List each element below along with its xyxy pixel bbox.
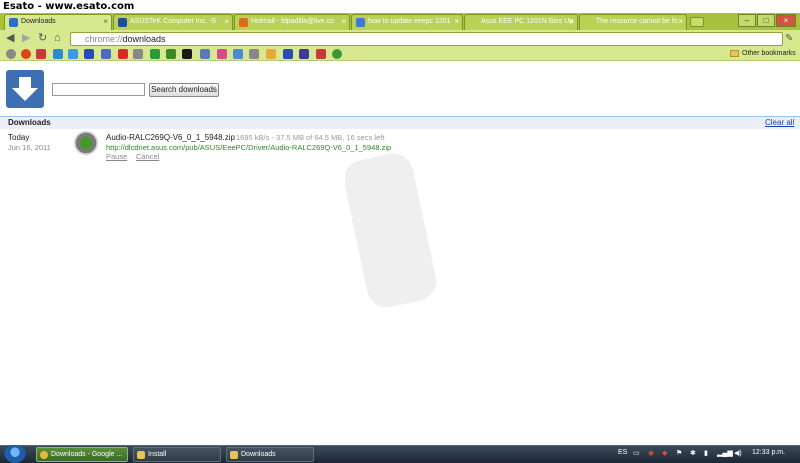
search-downloads-button[interactable]: Search downloads [149, 83, 219, 97]
forward-arrow-icon[interactable]: ▶ [22, 32, 30, 45]
system-clock[interactable]: 12:33 p.m. [752, 449, 785, 456]
wrench-icon[interactable]: ✎ [785, 32, 793, 45]
minimize-button[interactable]: – [738, 14, 756, 27]
taskbar-item-install[interactable]: Install [133, 447, 221, 462]
archive-file-icon [74, 131, 98, 155]
network-signal-icon[interactable]: ▂▄▆ [717, 449, 733, 457]
other-bookmarks[interactable]: Other bookmarks [730, 48, 796, 60]
close-tab-icon[interactable]: × [454, 15, 459, 29]
tab-label: how to update eeepc 1201 [368, 18, 451, 25]
bookmark-10-icon[interactable] [150, 49, 160, 59]
site-watermark: Esato - www.esato.com [0, 0, 800, 13]
bookmark-9-icon[interactable] [133, 49, 143, 59]
folder-icon [730, 49, 739, 57]
google-favicon-icon [356, 18, 365, 27]
bookmark-3-icon[interactable] [36, 49, 46, 59]
bookmark-17-icon[interactable] [266, 49, 276, 59]
bookmark-7-icon[interactable] [101, 49, 111, 59]
tab-label: Hotmail - fdpadilla@live.co [251, 18, 334, 25]
tab-bios-update[interactable]: Asus EEE PC 1201N Bios Up × [464, 14, 578, 30]
volume-icon[interactable]: ◀) [734, 449, 742, 457]
taskbar-item-chrome[interactable]: Downloads - Google ... [36, 447, 128, 462]
asus-favicon-icon [118, 18, 127, 27]
folder-icon [230, 451, 238, 459]
maximize-button[interactable]: □ [757, 14, 775, 27]
bookmark-13-icon[interactable] [200, 49, 210, 59]
bookmark-16-icon[interactable] [249, 49, 259, 59]
download-filename[interactable]: Audio-RALC269Q-V6_0_1_5948.zip [106, 133, 235, 142]
downloads-section-bar [0, 116, 800, 129]
clear-all-link[interactable]: Clear all [765, 118, 794, 127]
bookmark-14-icon[interactable] [217, 49, 227, 59]
folder-icon [137, 451, 145, 459]
bookmark-6-icon[interactable] [84, 49, 94, 59]
bookmark-5-icon[interactable] [68, 49, 78, 59]
tab-label: The resource cannot be fo [596, 18, 678, 25]
start-button[interactable] [4, 445, 26, 463]
close-tab-icon[interactable]: × [103, 15, 108, 29]
back-arrow-icon[interactable]: ◀ [6, 32, 14, 45]
antivirus-icon[interactable]: ◆ [662, 449, 667, 457]
battery-icon[interactable]: ▮ [704, 449, 708, 457]
bookmark-21-icon[interactable] [332, 49, 342, 59]
task-label: Downloads - Google ... [51, 451, 123, 458]
close-tab-icon[interactable]: × [224, 15, 229, 29]
security-icon[interactable]: ◉ [648, 449, 654, 457]
bookmark-2-icon[interactable] [21, 49, 31, 59]
action-center-flag-icon[interactable]: ⚑ [676, 449, 682, 457]
tab-asustek[interactable]: ASUSTeK Computer Inc. -S × [113, 14, 233, 30]
input-language[interactable]: ES [618, 449, 627, 456]
downloads-favicon-icon [9, 18, 18, 27]
hotmail-favicon-icon [239, 18, 248, 27]
bookmark-15-icon[interactable] [233, 49, 243, 59]
bookmark-12-icon[interactable] [182, 49, 192, 59]
address-bar[interactable]: chrome://downloads [70, 32, 783, 46]
close-tab-icon[interactable]: × [678, 15, 683, 29]
address-scheme: chrome:// [85, 34, 123, 44]
home-icon[interactable]: ⌂ [54, 32, 61, 45]
keyboard-icon[interactable]: ▭ [633, 449, 640, 457]
bookmark-1-icon[interactable] [6, 49, 16, 59]
cancel-link[interactable]: Cancel [136, 152, 159, 161]
download-url-link[interactable]: http://dlcdnet.asus.com/pub/ASUS/EeePC/D… [106, 143, 391, 152]
close-tab-icon[interactable]: × [341, 15, 346, 29]
search-downloads-input[interactable] [52, 83, 145, 96]
chrome-icon [40, 451, 48, 459]
bookmarks-bar [0, 47, 800, 61]
bookmark-11-icon[interactable] [166, 49, 176, 59]
task-label: Downloads [241, 451, 276, 458]
reload-icon[interactable]: ↻ [38, 32, 47, 45]
bookmark-20-icon[interactable] [316, 49, 326, 59]
tab-hotmail[interactable]: Hotmail - fdpadilla@live.co × [234, 14, 350, 30]
other-bookmarks-label: Other bookmarks [742, 50, 796, 57]
tab-label: Downloads [21, 18, 56, 25]
tab-label: ASUSTeK Computer Inc. -S [130, 18, 216, 25]
new-tab-button[interactable] [690, 17, 704, 27]
bluetooth-icon[interactable]: ✱ [690, 449, 696, 457]
tab-google-search[interactable]: how to update eeepc 1201 × [351, 14, 463, 30]
bookmark-19-icon[interactable] [299, 49, 309, 59]
tab-resource-error[interactable]: The resource cannot be fo × [579, 14, 687, 30]
pause-link[interactable]: Pause [106, 152, 127, 161]
task-label: Install [148, 451, 167, 458]
background-phone-watermark [345, 153, 437, 308]
bookmark-18-icon[interactable] [283, 49, 293, 59]
taskbar-item-downloads-folder[interactable]: Downloads [226, 447, 314, 462]
download-day: Today [8, 133, 30, 142]
download-date: Jun 16, 2011 [8, 143, 51, 152]
tab-downloads[interactable]: Downloads × [4, 14, 112, 30]
downloads-arrow-icon [6, 70, 44, 108]
close-tab-icon[interactable]: × [569, 15, 574, 29]
download-progress-text: 1695 kB/s - 37.5 MB of 64.5 MB, 16 secs … [236, 133, 385, 142]
address-path: downloads [122, 34, 166, 44]
section-title: Downloads [8, 118, 51, 127]
bookmark-8-icon[interactable] [118, 49, 128, 59]
bookmark-4-icon[interactable] [53, 49, 63, 59]
tab-strip: Downloads × ASUSTeK Computer Inc. -S × H… [0, 13, 800, 30]
tab-label: Asus EEE PC 1201N Bios Up [481, 18, 574, 25]
close-window-button[interactable]: × [776, 14, 796, 27]
